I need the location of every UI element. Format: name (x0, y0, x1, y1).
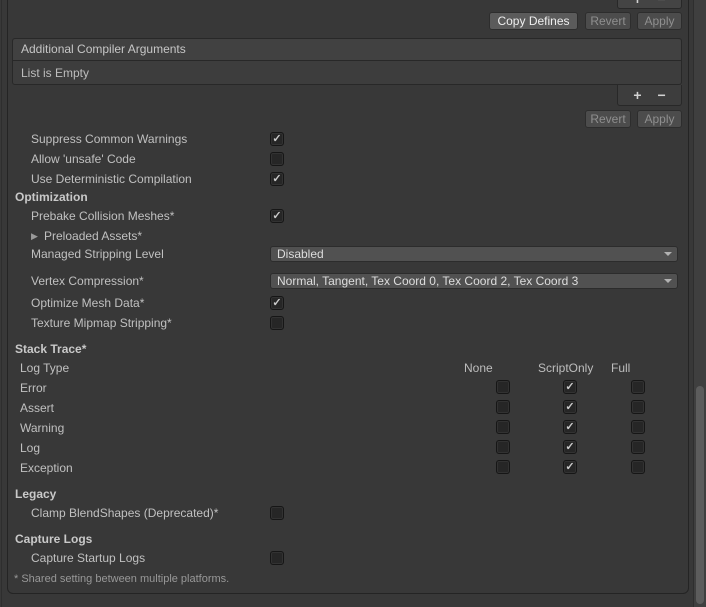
section-header-legacy: Legacy (15, 487, 57, 501)
setting-label-suppress-common-warnings: Suppress Common Warnings (31, 132, 188, 146)
checkbox-assert-scriptonly[interactable] (563, 400, 577, 414)
checkbox-assert-full[interactable] (631, 400, 645, 414)
checkbox-log-full[interactable] (631, 440, 645, 454)
checkbox-texture-mipmap-stripping[interactable] (270, 316, 284, 330)
player-settings-panel: + − Copy Defines Revert Apply Additional… (0, 0, 706, 607)
setting-label-vertex-compression: Vertex Compression* (31, 274, 144, 288)
additional-compiler-arguments-list: Additional Compiler Arguments List is Em… (12, 38, 682, 85)
checkbox-warning-none[interactable] (496, 420, 510, 434)
foldout-arrow-icon[interactable]: ▶ (31, 229, 38, 243)
checkbox-exception-none[interactable] (496, 460, 510, 474)
checkbox-capture-startup-logs[interactable] (270, 551, 284, 565)
section-header-stack-trace: Stack Trace* (15, 342, 87, 356)
checkbox-exception-scriptonly[interactable] (563, 460, 577, 474)
dropdown-value: Disabled (277, 247, 324, 261)
remove-icon[interactable]: − (658, 0, 666, 6)
stack-trace-row-log: Log (20, 441, 41, 455)
chevron-down-icon (664, 279, 672, 283)
window-edge-divider (1, 0, 2, 607)
compiler-args-add-remove-box: + − (617, 85, 682, 106)
setting-label-allow-unsafe-code: Allow 'unsafe' Code (31, 152, 136, 166)
revert-button[interactable]: Revert (585, 12, 631, 30)
foldout-preloaded-assets[interactable]: Preloaded Assets* (44, 229, 142, 243)
chevron-down-icon (664, 252, 672, 256)
checkbox-assert-none[interactable] (496, 400, 510, 414)
setting-label-clamp-blendshapes: Clamp BlendShapes (Deprecated)* (31, 506, 219, 520)
setting-label-texture-mipmap-stripping: Texture Mipmap Stripping* (31, 316, 172, 330)
section-header-capture-logs: Capture Logs (15, 532, 93, 546)
setting-label-deterministic-compilation: Use Deterministic Compilation (31, 172, 192, 186)
checkbox-exception-full[interactable] (631, 460, 645, 474)
column-header-scriptonly: ScriptOnly (538, 361, 594, 375)
stack-trace-row-error: Error (20, 381, 47, 395)
checkbox-suppress-common-warnings[interactable] (270, 132, 284, 146)
checkbox-prebake-collision-meshes[interactable] (270, 209, 284, 223)
add-icon[interactable]: + (633, 0, 641, 6)
dropdown-value: Normal, Tangent, Tex Coord 0, Tex Coord … (277, 274, 579, 288)
managed-stripping-level-dropdown[interactable]: Disabled (270, 246, 678, 262)
list-empty-row[interactable]: List is Empty (13, 61, 681, 85)
vertical-scrollbar[interactable] (693, 0, 706, 607)
scrollbar-thumb[interactable] (696, 386, 704, 604)
checkbox-warning-scriptonly[interactable] (563, 420, 577, 434)
apply-button-2[interactable]: Apply (637, 110, 682, 128)
column-header-none: None (464, 361, 493, 375)
apply-button[interactable]: Apply (637, 12, 682, 30)
checkbox-allow-unsafe-code[interactable] (270, 152, 284, 166)
scripting-defines-add-remove-box: + − (617, 0, 682, 9)
copy-defines-button[interactable]: Copy Defines (489, 12, 578, 30)
checkbox-log-none[interactable] (496, 440, 510, 454)
shared-settings-footnote: * Shared setting between multiple platfo… (14, 573, 230, 585)
checkbox-log-scriptonly[interactable] (563, 440, 577, 454)
checkbox-error-scriptonly[interactable] (563, 380, 577, 394)
stack-trace-row-exception: Exception (20, 461, 73, 475)
stack-trace-row-assert: Assert (20, 401, 55, 415)
checkbox-deterministic-compilation[interactable] (270, 172, 284, 186)
setting-label-optimize-mesh-data: Optimize Mesh Data* (31, 296, 145, 310)
setting-label-managed-stripping-level: Managed Stripping Level (31, 247, 164, 261)
add-icon[interactable]: + (633, 88, 641, 102)
checkbox-error-none[interactable] (496, 380, 510, 394)
vertex-compression-dropdown[interactable]: Normal, Tangent, Tex Coord 0, Tex Coord … (270, 273, 678, 289)
list-header: Additional Compiler Arguments (13, 39, 681, 61)
checkbox-clamp-blendshapes[interactable] (270, 506, 284, 520)
checkbox-warning-full[interactable] (631, 420, 645, 434)
remove-icon[interactable]: − (658, 88, 666, 102)
checkbox-error-full[interactable] (631, 380, 645, 394)
revert-button-2[interactable]: Revert (585, 110, 631, 128)
stack-trace-log-type-label: Log Type (20, 361, 70, 375)
stack-trace-row-warning: Warning (20, 421, 65, 435)
setting-label-capture-startup-logs: Capture Startup Logs (31, 551, 146, 565)
setting-label-prebake-collision-meshes: Prebake Collision Meshes* (31, 209, 175, 223)
checkbox-optimize-mesh-data[interactable] (270, 296, 284, 310)
column-header-full: Full (611, 361, 631, 375)
section-header-optimization: Optimization (15, 190, 88, 204)
